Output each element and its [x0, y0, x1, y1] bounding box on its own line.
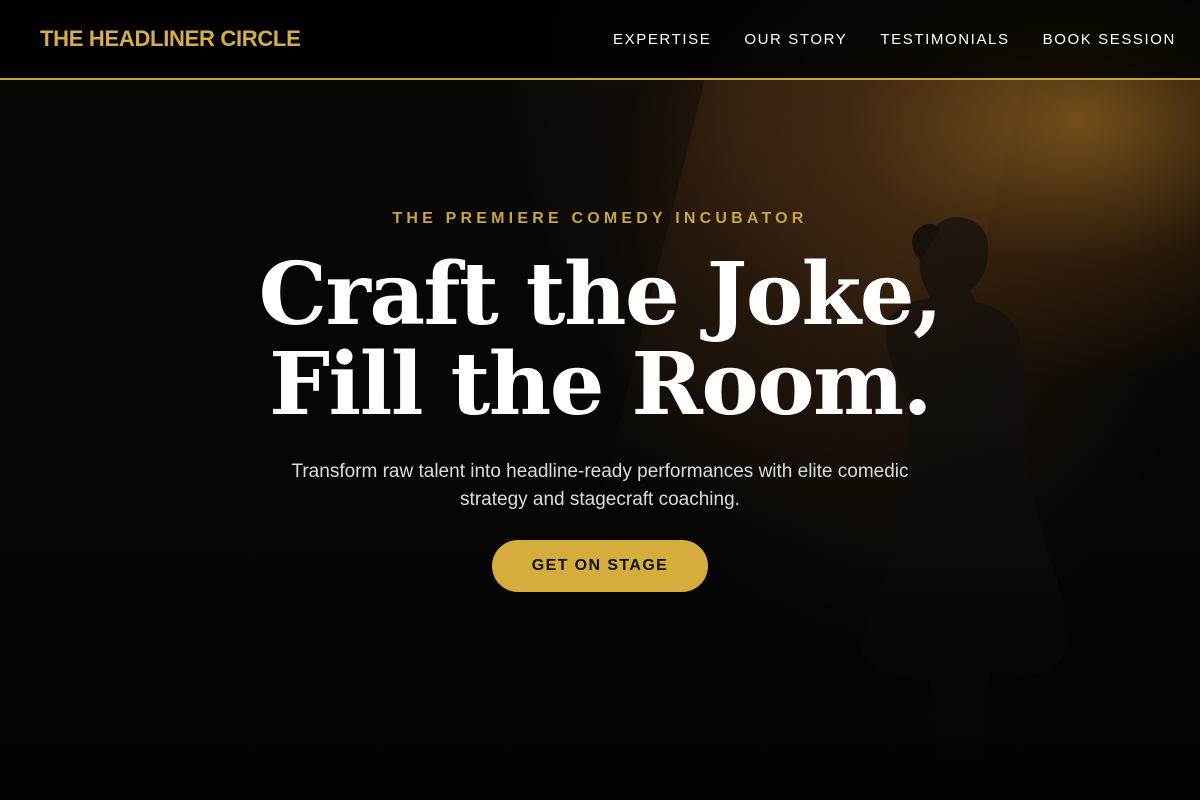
hero-eyebrow: THE PREMIERE COMEDY INCUBATOR	[392, 210, 808, 227]
nav-link-expertise[interactable]: EXPERTISE	[613, 31, 711, 48]
hero-subtext: Transform raw talent into headline-ready…	[291, 461, 909, 510]
nav-link-our-story[interactable]: OUR STORY	[744, 31, 847, 48]
nav-link-book-session[interactable]: BOOK SESSION	[1043, 31, 1176, 48]
main-nav: EXPERTISE OUR STORY TESTIMONIALS BOOK SE…	[613, 31, 1176, 48]
headline-line-1: Craft the Joke,	[258, 244, 943, 345]
get-on-stage-button[interactable]: GET ON STAGE	[492, 540, 708, 592]
hero-section: THE PREMIERE COMEDY INCUBATOR Craft the …	[0, 210, 1200, 592]
headline-line-2: Fill the Room.	[268, 334, 933, 435]
site-header: THE HEADLINER CIRCLE EXPERTISE OUR STORY…	[0, 0, 1200, 80]
hero-headline: Craft the Joke, Fill the Room.	[258, 244, 943, 435]
nav-link-testimonials[interactable]: TESTIMONIALS	[880, 31, 1009, 48]
brand-logo[interactable]: THE HEADLINER CIRCLE	[40, 26, 301, 52]
